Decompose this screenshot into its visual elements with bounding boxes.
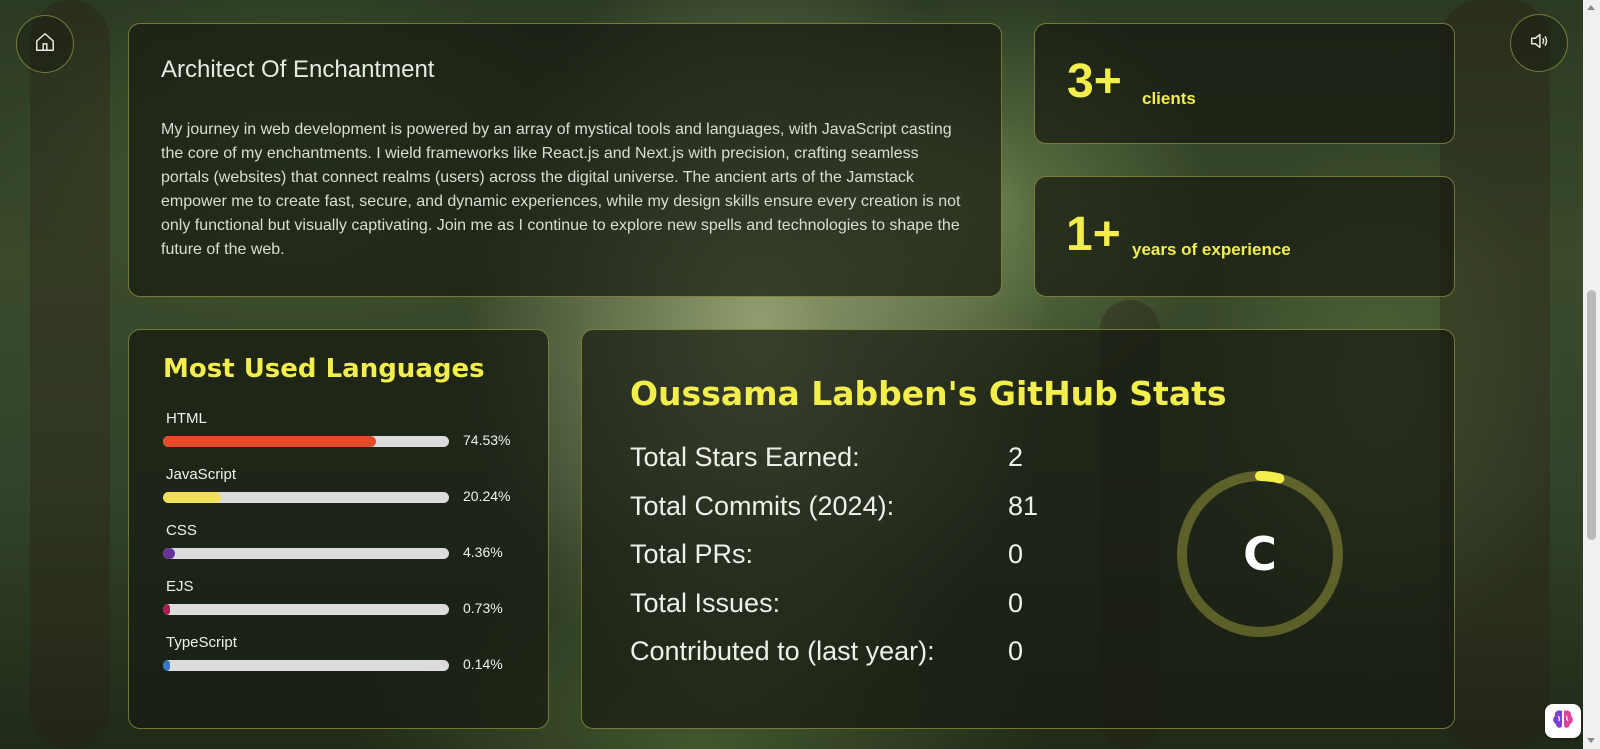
github-stat-label: Total PRs: xyxy=(630,539,754,569)
language-progress-bar xyxy=(163,436,449,447)
page-scrollbar[interactable] xyxy=(1583,0,1600,749)
clients-label: clients xyxy=(1142,89,1196,108)
about-description: My journey in web development is powered… xyxy=(161,121,961,258)
sound-toggle-button[interactable] xyxy=(1510,14,1568,72)
language-progress-fill xyxy=(163,548,176,559)
rank-letter: C xyxy=(1243,527,1277,581)
brain-icon xyxy=(1551,708,1575,735)
language-percent: 20.24% xyxy=(463,488,511,504)
language-percent: 74.53% xyxy=(463,432,511,448)
home-button[interactable] xyxy=(16,15,74,73)
language-progress-bar xyxy=(163,660,449,671)
github-stat-row: Contributed to (last year): 0 xyxy=(630,636,1070,670)
language-percent: 0.14% xyxy=(463,656,503,672)
language-row: CSS 4.36% xyxy=(163,522,523,572)
language-name: HTML xyxy=(166,410,207,427)
github-stat-value: 0 xyxy=(1008,587,1024,618)
language-name: EJS xyxy=(166,578,194,595)
github-stat-value: 0 xyxy=(1008,539,1024,569)
language-name: TypeScript xyxy=(166,634,237,651)
language-progress-fill xyxy=(163,436,377,447)
scroll-up-arrow[interactable] xyxy=(1587,5,1595,10)
speaker-icon xyxy=(1528,30,1550,57)
languages-title: Most Used Languages xyxy=(163,354,485,384)
github-stat-label: Total Stars Earned: xyxy=(630,442,860,472)
github-stats-card: Oussama Labben's GitHub Stats Total Star… xyxy=(581,329,1455,729)
language-row: TypeScript 0.14% xyxy=(163,634,523,684)
language-row: JavaScript 20.24% xyxy=(163,466,523,516)
github-stat-value: 81 xyxy=(1008,490,1039,521)
languages-card: Most Used Languages HTML 74.53% JavaScript… xyxy=(128,329,549,729)
github-stat-row: Total Issues: 0 xyxy=(630,588,1070,622)
language-progress-bar xyxy=(163,492,449,503)
github-stat-label: Total Commits (2024): xyxy=(630,490,895,521)
github-stats-title: Oussama Labben's GitHub Stats xyxy=(630,374,1227,413)
language-progress-fill xyxy=(163,660,171,671)
clients-stat-card: 3+ clients xyxy=(1034,23,1455,144)
github-stat-label: Contributed to (last year): xyxy=(630,636,935,666)
language-progress-bar xyxy=(163,548,449,559)
github-stat-row: Total Stars Earned: 2 xyxy=(630,442,1070,476)
github-stat-row: Total Commits (2024): 81 xyxy=(630,491,1070,525)
language-row: HTML 74.53% xyxy=(163,410,523,460)
experience-count: 1+ xyxy=(1066,208,1121,261)
language-percent: 4.36% xyxy=(463,544,503,560)
github-stat-label: Total Issues: xyxy=(630,587,781,618)
experience-stat-card: 1+ years of experience xyxy=(1034,176,1455,297)
scroll-thumb[interactable] xyxy=(1587,290,1596,540)
about-card: Architect Of Enchantment My journey in w… xyxy=(128,23,1002,297)
home-icon xyxy=(34,31,56,58)
language-name: CSS xyxy=(166,522,197,539)
language-progress-fill xyxy=(163,492,221,503)
about-title: Architect Of Enchantment xyxy=(161,56,435,83)
language-row: EJS 0.73% xyxy=(163,578,523,628)
clients-count: 3+ xyxy=(1067,55,1122,108)
github-stat-value: 0 xyxy=(1008,636,1024,666)
language-name: JavaScript xyxy=(166,466,237,483)
rank-circle: C xyxy=(1176,470,1344,638)
language-progress-bar xyxy=(163,604,449,615)
github-stat-row: Total PRs: 0 xyxy=(630,539,1070,573)
github-stat-value: 2 xyxy=(1008,442,1024,472)
language-percent: 0.73% xyxy=(463,600,503,616)
language-progress-fill xyxy=(163,604,171,615)
experience-label: years of experience xyxy=(1132,240,1291,259)
assistant-button[interactable] xyxy=(1545,704,1581,738)
scroll-down-arrow[interactable] xyxy=(1587,738,1595,743)
